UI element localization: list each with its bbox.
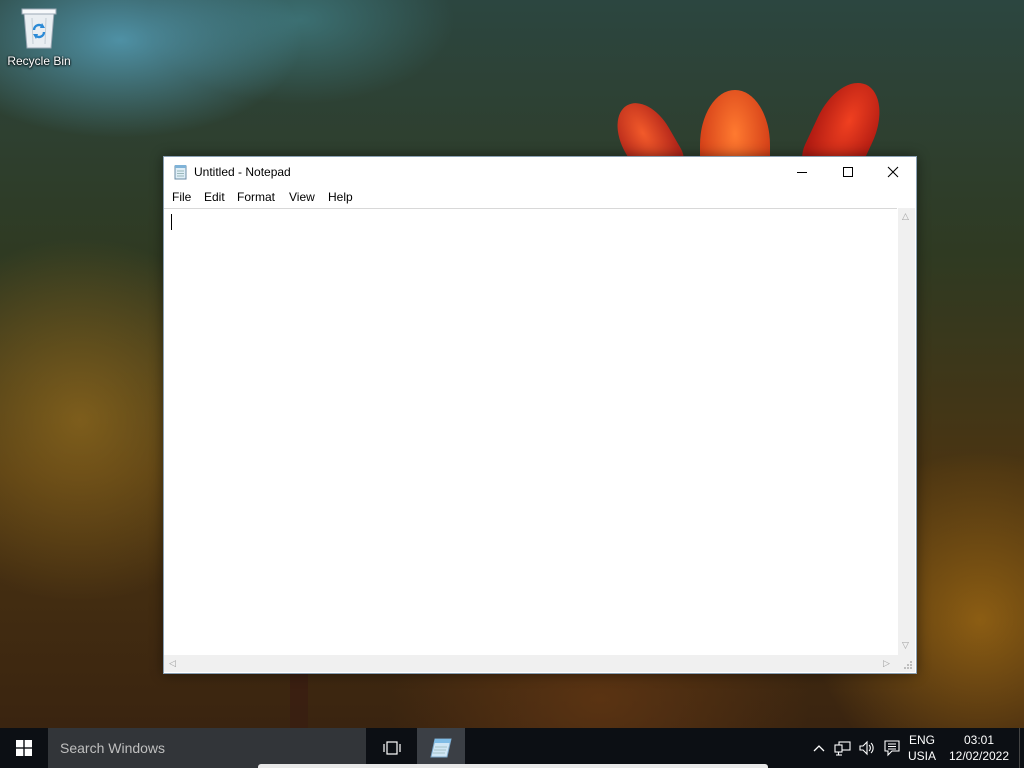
clock-time: 03:01 xyxy=(963,733,995,747)
scroll-down-icon[interactable]: ▽ xyxy=(902,640,909,651)
notepad-icon xyxy=(173,164,189,180)
scroll-left-icon[interactable]: ◁ xyxy=(169,658,176,669)
title-bar[interactable]: Untitled - Notepad xyxy=(164,157,916,187)
scroll-right-icon[interactable]: ▷ xyxy=(883,658,890,669)
text-editor[interactable] xyxy=(164,208,897,656)
show-desktop-button[interactable] xyxy=(1019,728,1024,768)
close-icon xyxy=(887,166,899,178)
menu-format[interactable]: Format xyxy=(234,189,278,205)
scroll-up-icon[interactable]: △ xyxy=(902,211,909,222)
task-view-button[interactable] xyxy=(368,728,416,768)
vertical-scrollbar[interactable]: △ ▽ xyxy=(898,208,915,655)
desktop-icon-recycle-bin[interactable]: Recycle Bin xyxy=(4,6,74,68)
show-hidden-icons-icon[interactable] xyxy=(811,740,827,756)
volume-icon[interactable] xyxy=(858,739,876,757)
language-code: ENG xyxy=(908,733,935,747)
desktop: Recycle Bin Untitled - Notepad File Edit… xyxy=(0,0,1024,728)
text-caret xyxy=(171,214,172,230)
minimize-button[interactable] xyxy=(779,157,825,187)
maximize-icon xyxy=(843,167,853,177)
taskbar: Search Windows ENG USIA 03:01 12/02/2022 xyxy=(0,728,1024,768)
task-view-icon xyxy=(383,741,401,755)
window-title: Untitled - Notepad xyxy=(194,165,291,179)
clock[interactable]: 03:01 12/02/2022 xyxy=(946,732,1012,764)
desktop-icon-label: Recycle Bin xyxy=(7,54,71,68)
screen-edge-highlight xyxy=(258,764,768,768)
taskbar-notepad-button[interactable] xyxy=(417,728,465,768)
search-placeholder: Search Windows xyxy=(60,740,166,756)
menu-file[interactable]: File xyxy=(169,189,194,205)
recycle-bin-icon xyxy=(20,6,58,50)
menu-edit[interactable]: Edit xyxy=(201,189,228,205)
horizontal-scrollbar[interactable]: ◁ ▷ xyxy=(164,655,898,672)
minimize-icon xyxy=(797,172,807,173)
resize-grip-icon[interactable] xyxy=(898,655,915,672)
close-button[interactable] xyxy=(870,157,916,187)
notepad-window: Untitled - Notepad File Edit Format View… xyxy=(163,156,917,674)
clock-date: 12/02/2022 xyxy=(948,749,1010,763)
keyboard-layout: USIA xyxy=(907,749,936,763)
start-button[interactable] xyxy=(0,728,48,768)
menu-bar: File Edit Format View Help xyxy=(164,187,916,207)
menu-help[interactable]: Help xyxy=(325,189,356,205)
network-icon[interactable] xyxy=(834,739,852,757)
menu-view[interactable]: View xyxy=(286,189,318,205)
maximize-button[interactable] xyxy=(825,157,871,187)
notepad-icon xyxy=(430,738,452,758)
search-box[interactable]: Search Windows xyxy=(48,728,366,768)
action-center-icon[interactable] xyxy=(883,739,901,757)
windows-logo-icon xyxy=(16,740,32,756)
flower-stem xyxy=(290,672,308,728)
input-language[interactable]: ENG USIA xyxy=(906,732,938,764)
